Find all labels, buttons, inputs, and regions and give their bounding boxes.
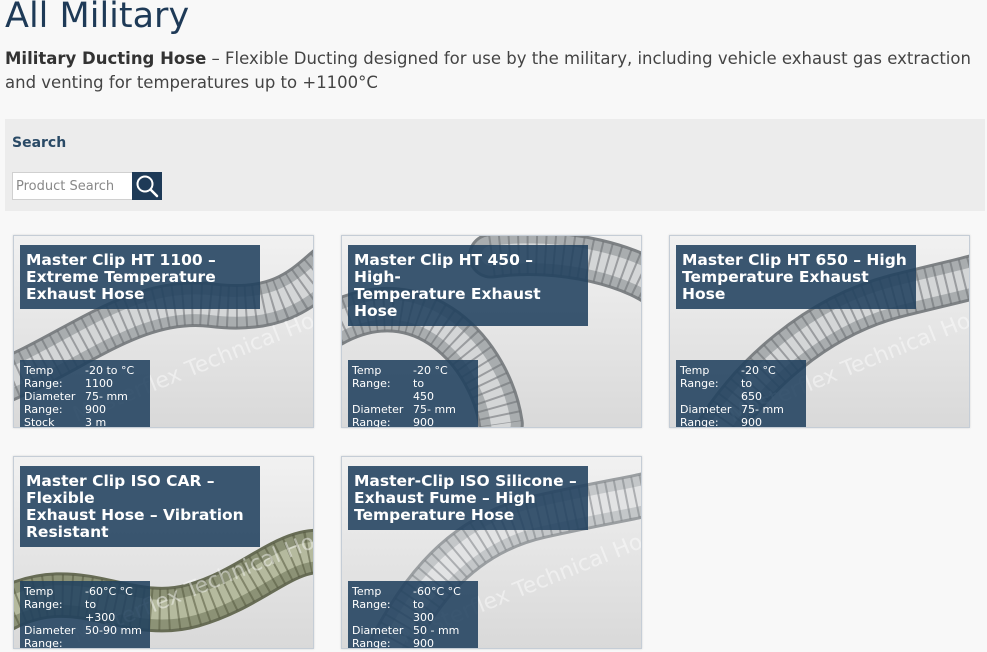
page-title: All Military	[5, 0, 190, 36]
product-card[interactable]: Master Clip HT 450 – High- Temperature E…	[341, 235, 642, 428]
product-specs: Temp Range: -60°C °C to +300 Diameter Rang…	[20, 581, 150, 649]
product-card[interactable]: Masterflex Technical HosesMaster Clip HT…	[669, 235, 970, 428]
page-intro: Military Ducting Hose – Flexible Ducting…	[5, 47, 980, 95]
spec-label: Temp Range:	[680, 364, 719, 390]
intro-bold: Military Ducting Hose	[5, 49, 207, 68]
spec-value: -60°C °C to +300	[85, 585, 133, 624]
spec-row: Temp Range: -60°C °C to 300	[352, 585, 474, 624]
spec-row: Diameter Range: 75- mm 900	[24, 390, 146, 416]
product-specs: Temp Range: -20 to °C 1100 Diameter Range:…	[20, 360, 150, 428]
spec-label: Stock	[24, 416, 55, 428]
spec-row: Temp Range: -20 to °C 1100	[24, 364, 146, 390]
spec-label: Diameter Range:	[24, 624, 76, 649]
search-button[interactable]	[132, 172, 162, 200]
spec-label: Temp Range:	[24, 364, 63, 390]
spec-row: Temp Range: -20 °C to 650	[680, 364, 802, 403]
spec-value: 75- mm 900	[413, 403, 456, 428]
spec-label: Diameter Range:	[352, 403, 404, 428]
spec-row: Diameter Range: 75- mm 900	[680, 403, 802, 428]
spec-row: Temp Range: -60°C °C to +300	[24, 585, 146, 624]
spec-label: Diameter Range:	[24, 390, 76, 416]
search-panel: Search	[5, 119, 985, 211]
spec-label: Temp Range:	[352, 364, 391, 390]
spec-value: -60°C °C to 300	[413, 585, 461, 624]
spec-value: 75- mm 900	[85, 390, 128, 416]
product-title[interactable]: Master Clip HT 450 – High- Temperature E…	[348, 245, 588, 326]
product-title[interactable]: Master-Clip ISO Silicone – Exhaust Fume …	[348, 466, 588, 530]
search-icon	[136, 175, 159, 198]
spec-value: 50 - mm 900	[413, 624, 460, 649]
spec-label: Temp Range:	[352, 585, 391, 611]
product-title[interactable]: Master Clip HT 1100 – Extreme Temperatur…	[20, 245, 260, 309]
search-label: Search	[12, 135, 67, 151]
spec-value: 3 m	[85, 416, 107, 428]
spec-value: 50-90 mm	[85, 624, 142, 637]
product-title[interactable]: Master Clip HT 650 – High Temperature Ex…	[676, 245, 916, 309]
spec-row: Stock 3 m	[24, 416, 146, 428]
spec-label: Diameter Range:	[352, 624, 404, 649]
spec-value: 75- mm 900	[741, 403, 784, 428]
product-card[interactable]: Masterflex Technical HosesMaster Clip IS…	[13, 456, 314, 649]
spec-value: -20 °C to 650	[741, 364, 776, 403]
spec-label: Diameter Range:	[680, 403, 732, 428]
product-title[interactable]: Master Clip ISO CAR – Flexible Exhaust H…	[20, 466, 260, 547]
spec-row: Diameter Range: 50-90 mm	[24, 624, 146, 649]
product-specs: Temp Range: -60°C °C to 300 Diameter Range…	[348, 581, 478, 649]
product-specs: Temp Range: -20 °C to 450 Diameter Range: 7…	[348, 360, 478, 428]
spec-label: Temp Range:	[24, 585, 63, 611]
spec-row: Temp Range: -20 °C to 450	[352, 364, 474, 403]
product-card[interactable]: Masterflex Technical HosesMaster-Clip IS…	[341, 456, 642, 649]
product-card[interactable]: Masterflex Technical HosesMaster Clip HT…	[13, 235, 314, 428]
spec-row: Diameter Range: 50 - mm 900	[352, 624, 474, 649]
spec-value: -20 °C to 450	[413, 364, 448, 403]
spec-row: Diameter Range: 75- mm 900	[352, 403, 474, 428]
search-input[interactable]	[12, 172, 133, 200]
product-specs: Temp Range: -20 °C to 650 Diameter Range: 7…	[676, 360, 806, 428]
spec-value: -20 to °C 1100	[85, 364, 135, 390]
